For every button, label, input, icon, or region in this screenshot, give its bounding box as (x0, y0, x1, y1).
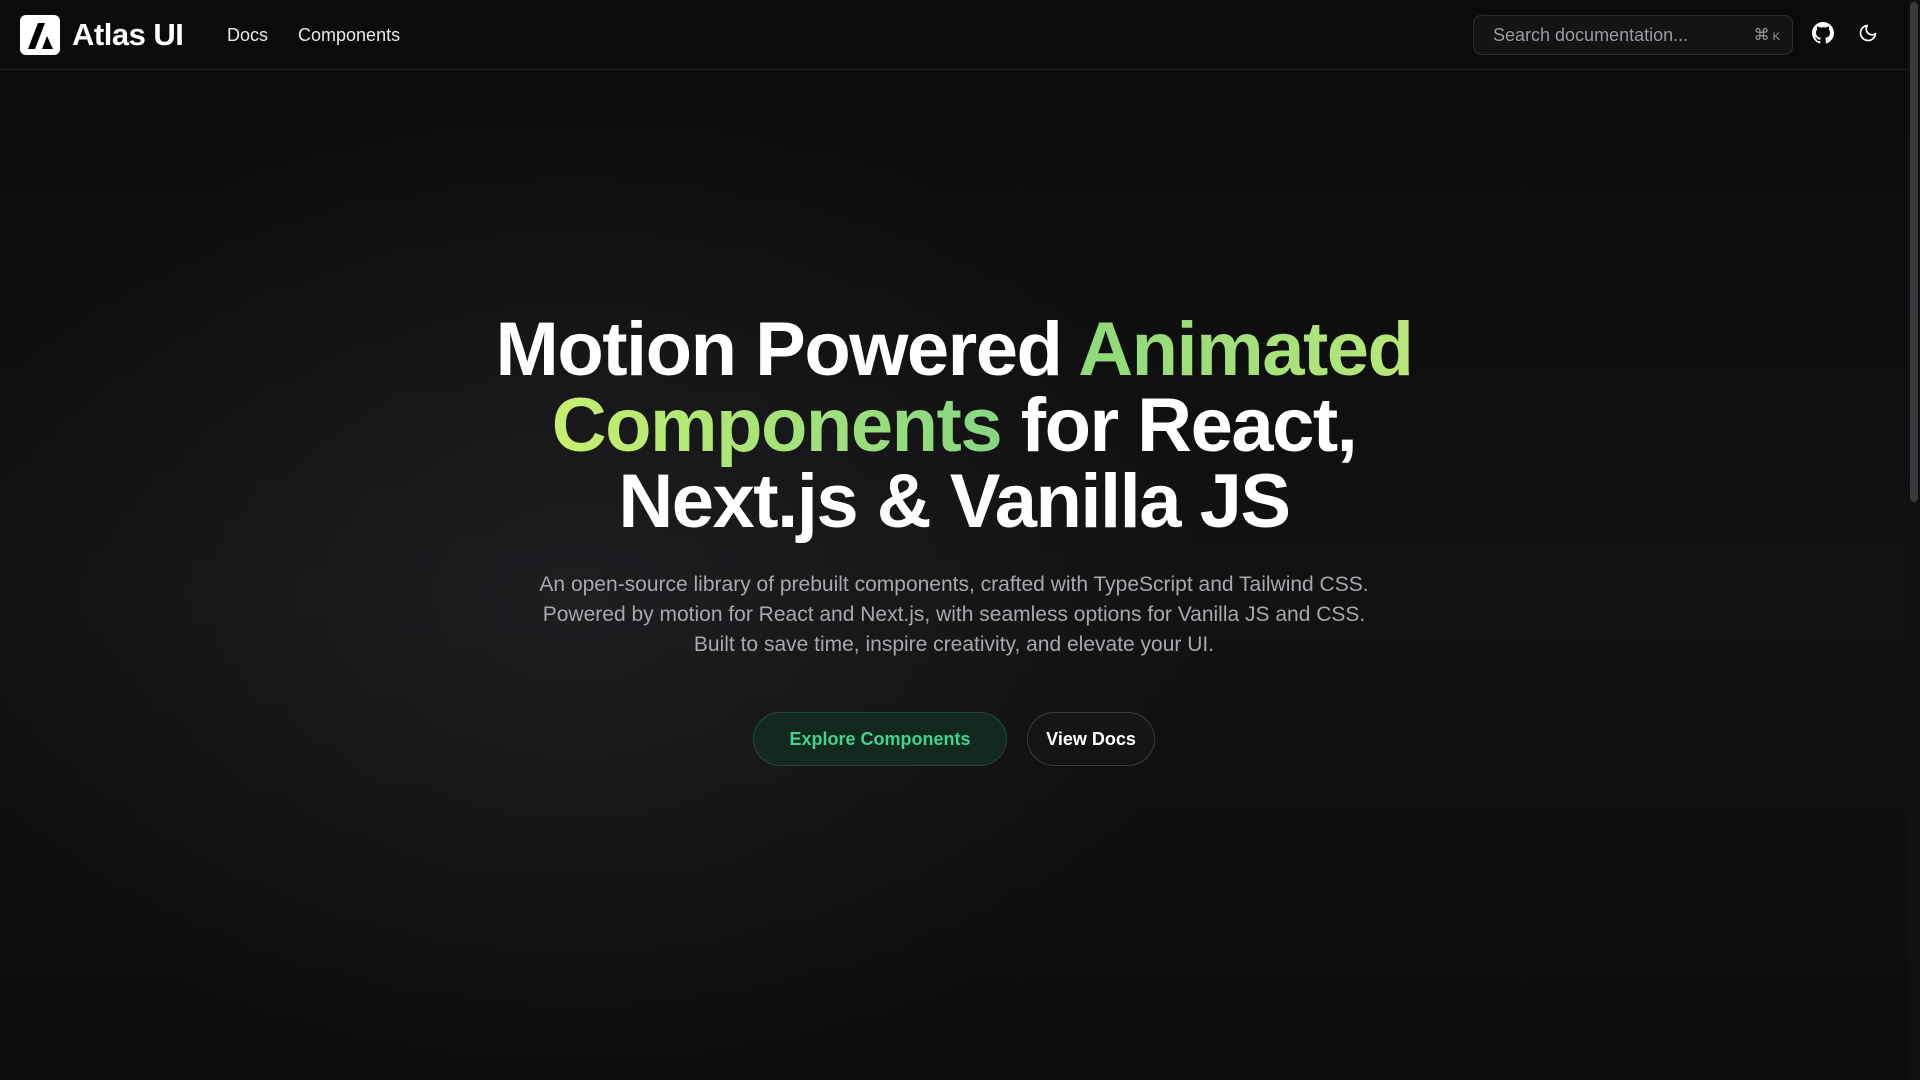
headline-part-2: for React, (1001, 383, 1358, 468)
github-icon (1812, 21, 1834, 49)
nav-link-components[interactable]: Components (298, 25, 400, 46)
brand-name: Atlas UI (72, 17, 184, 52)
brand-link[interactable]: Atlas UI (20, 15, 184, 55)
page-scrollbar[interactable] (1908, 0, 1920, 1080)
search-box[interactable]: ⌘K (1473, 15, 1793, 55)
page: Atlas UI Docs Components ⌘K (0, 0, 1920, 1080)
main-nav: Docs Components (227, 0, 400, 70)
headline-accent-components: Components (551, 383, 1003, 468)
atlas-logo-icon (20, 15, 60, 55)
explore-components-button[interactable]: Explore Components (753, 712, 1007, 766)
headline-line-3: Next.js & Vanilla JS (618, 459, 1291, 544)
headline-accent-animated: Animated (1078, 307, 1414, 392)
nav-link-docs[interactable]: Docs (227, 25, 268, 46)
scrollbar-thumb[interactable] (1910, 2, 1918, 502)
command-icon: ⌘ (1753, 27, 1770, 44)
theme-toggle-button[interactable] (1852, 19, 1884, 51)
shortcut-key: K (1772, 31, 1780, 43)
headline-part-1: Motion Powered (495, 307, 1079, 392)
view-docs-button[interactable]: View Docs (1027, 712, 1155, 766)
hero-headline: Motion Powered Animated Components for R… (400, 312, 1508, 540)
hero-section: Motion Powered Animated Components for R… (400, 312, 1508, 766)
top-navbar: Atlas UI Docs Components ⌘K (0, 0, 1908, 70)
search-input[interactable] (1474, 24, 1754, 46)
hero-actions: Explore Components View Docs (400, 712, 1508, 766)
hero-subtitle: An open-source library of prebuilt compo… (539, 573, 1369, 656)
moon-icon (1858, 23, 1878, 48)
search-shortcut-hint: ⌘ K (1754, 25, 1792, 45)
github-button[interactable] (1807, 19, 1839, 51)
